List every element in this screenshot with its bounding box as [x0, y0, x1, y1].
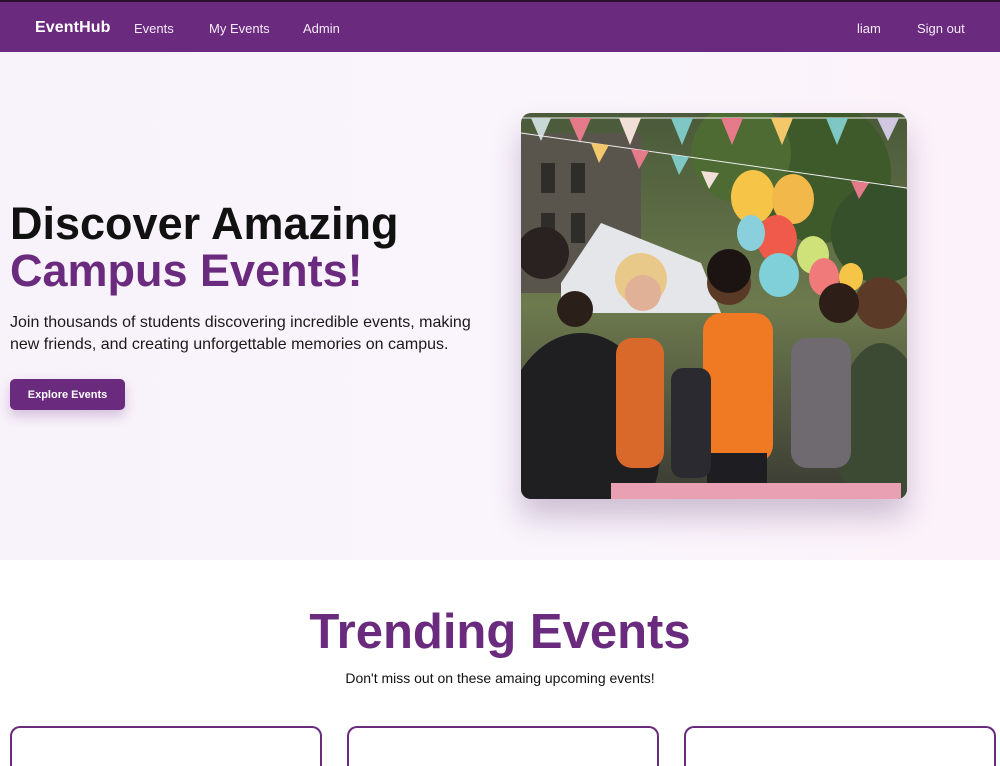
trending-events-title: Trending Events: [309, 605, 691, 659]
user-name-link[interactable]: liam: [857, 21, 881, 36]
hero-title-line-2: Campus Events!: [10, 245, 363, 296]
hero-section: Discover Amazing Campus Events! Join tho…: [0, 52, 1000, 560]
nav-link-my-events[interactable]: My Events: [209, 21, 270, 36]
trending-events-subtitle: Don't miss out on these amaing upcoming …: [345, 670, 655, 686]
nav-link-events[interactable]: Events: [134, 21, 174, 36]
campus-event-photo-illustration: [521, 113, 907, 499]
event-card[interactable]: [10, 726, 322, 766]
event-card[interactable]: [684, 726, 996, 766]
brand-logo[interactable]: EventHub: [35, 19, 110, 37]
hero-title-line-1: Discover Amazing: [10, 198, 399, 249]
event-card[interactable]: [347, 726, 659, 766]
campus-event-photo: [521, 113, 907, 499]
hero-description: Join thousands of students discovering i…: [10, 314, 471, 353]
nav-link-admin[interactable]: Admin: [303, 21, 340, 36]
top-navigation-bar: EventHub Events My Events Admin liam Sig…: [0, 0, 1000, 52]
hero-title: Discover Amazing Campus Events!: [10, 200, 480, 294]
sign-out-link[interactable]: Sign out: [917, 21, 965, 36]
explore-events-button[interactable]: Explore Events: [10, 379, 125, 410]
